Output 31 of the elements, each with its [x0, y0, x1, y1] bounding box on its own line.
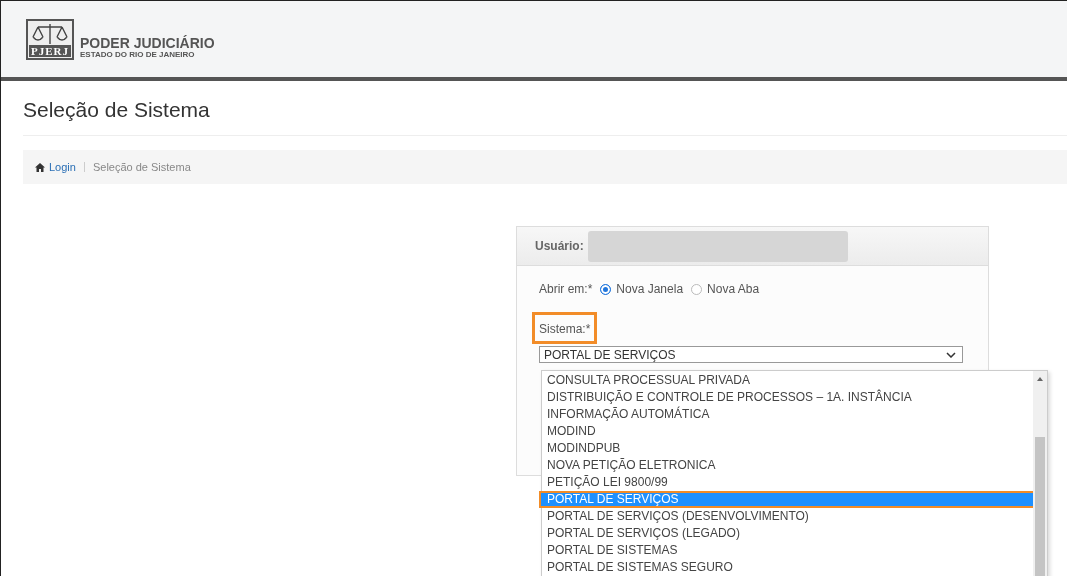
- open-in-label: Abrir em:*: [539, 282, 593, 296]
- system-select[interactable]: PORTAL DE SERVIÇOS: [539, 346, 963, 363]
- scrollbar-thumb[interactable]: [1035, 437, 1045, 576]
- dropdown-option[interactable]: CONSULTA PROCESSUAL PRIVADA: [539, 372, 1036, 389]
- radio-button[interactable]: [600, 283, 612, 295]
- radio-label[interactable]: Nova Aba: [707, 282, 760, 296]
- breadcrumb-current: Seleção de Sistema: [92, 161, 191, 173]
- scroll-up-icon: [1037, 377, 1043, 381]
- dropdown-option[interactable]: PORTAL DE SERVIÇOS (DESENVOLVIMENTO): [539, 508, 1036, 525]
- system-label: Sistema:*: [539, 322, 591, 336]
- user-label: Usuário:: [535, 239, 584, 253]
- dropdown-option[interactable]: INFORMAÇÃO AUTOMÁTICA: [539, 406, 1036, 423]
- page-title: Seleção de Sistema: [23, 81, 1067, 136]
- radio-label[interactable]: Nova Janela: [616, 282, 684, 296]
- dropdown-option[interactable]: PORTAL DE SISTEMAS: [539, 542, 1036, 559]
- logo-text: PJERJ: [29, 44, 71, 57]
- breadcrumb-link[interactable]: Login: [49, 161, 76, 173]
- home-icon: [35, 162, 45, 172]
- org-subtitle: ESTADO DO RIO DE JANEIRO: [80, 50, 196, 59]
- dropdown-option[interactable]: MODINDPUB: [539, 440, 1036, 457]
- radio-button[interactable]: [691, 283, 703, 295]
- dropdown-option[interactable]: PORTAL DE SERVIÇOS (LEGADO): [539, 525, 1036, 542]
- dropdown-option[interactable]: DISTRIBUIÇÃO E CONTROLE DE PROCESSOS – 1A. INSTÂNCIA: [539, 389, 1036, 406]
- dropdown-option[interactable]: PETIÇÃO LEI 9800/99: [539, 474, 1036, 491]
- scrollbar[interactable]: [1033, 371, 1047, 576]
- dropdown-option[interactable]: NOVA PETIÇÃO ELETRONICA: [539, 457, 1036, 474]
- dropdown-option[interactable]: PORTAL DE SISTEMAS SEGURO: [539, 559, 1036, 576]
- dropdown-option[interactable]: MODIND: [539, 423, 1036, 440]
- chevron-icon: [946, 351, 956, 358]
- org-name: PODER JUDICIÁRIO: [80, 35, 215, 51]
- scales-icon: [32, 22, 68, 45]
